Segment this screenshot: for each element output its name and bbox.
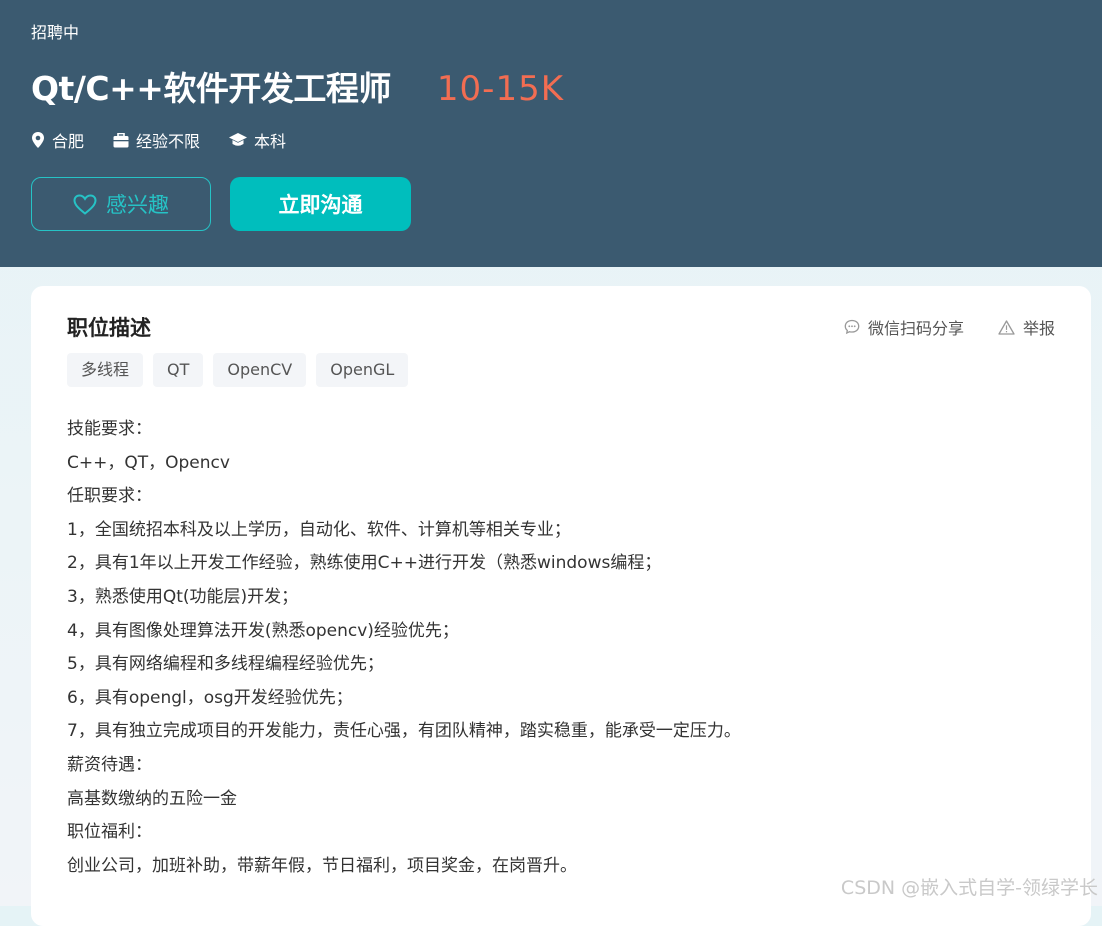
experience-text: 经验不限 xyxy=(136,132,201,151)
report-link[interactable]: 举报 xyxy=(998,315,1055,339)
title-row: Qt/C++软件开发工程师 10-15K xyxy=(31,62,564,110)
job-description-text: 技能要求： C++，QT，Opencv 任职要求： 1，全国统招本科及以上学历，… xyxy=(67,413,741,883)
skill-tags: 多线程 QT OpenCV OpenGL xyxy=(67,353,418,387)
graduation-cap-icon xyxy=(229,132,248,146)
chat-bubble-icon xyxy=(844,319,860,335)
description-line: 职位福利： xyxy=(67,822,152,843)
education-text: 本科 xyxy=(254,132,287,151)
watermark: CSDN @嵌入式自学-领绿学长 xyxy=(840,877,1098,899)
description-line: 任职要求： xyxy=(67,486,152,507)
meta-experience: 经验不限 xyxy=(113,128,200,152)
wechat-share-link[interactable]: 微信扫码分享 xyxy=(844,315,964,339)
job-status: 招聘中 xyxy=(31,23,80,42)
description-line: 创业公司，加班补助，带薪年假，节日福利，项目奖金，在岗晋升。 xyxy=(67,855,577,876)
description-line: 高基数缴纳的五险一金 xyxy=(67,788,237,809)
job-description-card: 职位描述 微信扫码分享 举报 多线程 QT OpenCV OpenGL 技能要求… xyxy=(31,286,1091,926)
description-line: 3，熟悉使用Qt(功能层)开发； xyxy=(67,586,299,607)
description-line: 6，具有opengl，osg开发经验优先； xyxy=(67,687,353,708)
location-pin-icon xyxy=(32,132,44,148)
skill-tag: 多线程 xyxy=(67,353,144,387)
report-label: 举报 xyxy=(1022,319,1055,338)
description-line: 7，具有独立完成项目的开发能力，责任心强，有团队精神，踏实稳重，能承受一定压力。 xyxy=(67,721,741,742)
interest-label: 感兴趣 xyxy=(106,193,169,217)
section-title: 职位描述 xyxy=(67,316,151,340)
meta-location: 合肥 xyxy=(31,128,84,152)
share-label: 微信扫码分享 xyxy=(867,319,964,338)
skill-tag: OpenGL xyxy=(316,353,409,387)
warning-triangle-icon xyxy=(998,319,1015,335)
job-title: Qt/C++软件开发工程师 xyxy=(31,69,391,108)
card-actions: 微信扫码分享 举报 xyxy=(844,315,1055,339)
location-text: 合肥 xyxy=(52,132,85,151)
job-header: 招聘中 Qt/C++软件开发工程师 10-15K 合肥 经验不限 本科 感兴趣 … xyxy=(0,0,1102,267)
description-line: 2，具有1年以上开发工作经验，熟练使用C++进行开发（熟悉windows编程； xyxy=(67,553,662,574)
description-line: C++，QT，Opencv xyxy=(67,452,230,473)
interest-button[interactable]: 感兴趣 xyxy=(31,177,211,231)
salary: 10-15K xyxy=(436,69,564,109)
description-line: 技能要求： xyxy=(67,419,152,439)
skill-tag: QT xyxy=(153,353,204,387)
description-line: 1，全国统招本科及以上学历，自动化、软件、计算机等相关专业； xyxy=(67,519,571,540)
skill-tag: OpenCV xyxy=(213,353,307,387)
meta-education: 本科 xyxy=(229,128,286,152)
chat-now-button[interactable]: 立即沟通 xyxy=(230,177,411,231)
briefcase-icon xyxy=(113,132,129,147)
heart-icon xyxy=(73,193,97,215)
description-line: 4，具有图像处理算法开发(熟悉opencv)经验优先； xyxy=(67,620,459,641)
description-line: 薪资待遇： xyxy=(67,754,152,775)
description-line: 5，具有网络编程和多线程编程经验优先； xyxy=(67,654,384,675)
job-meta: 合肥 经验不限 本科 xyxy=(31,128,315,152)
